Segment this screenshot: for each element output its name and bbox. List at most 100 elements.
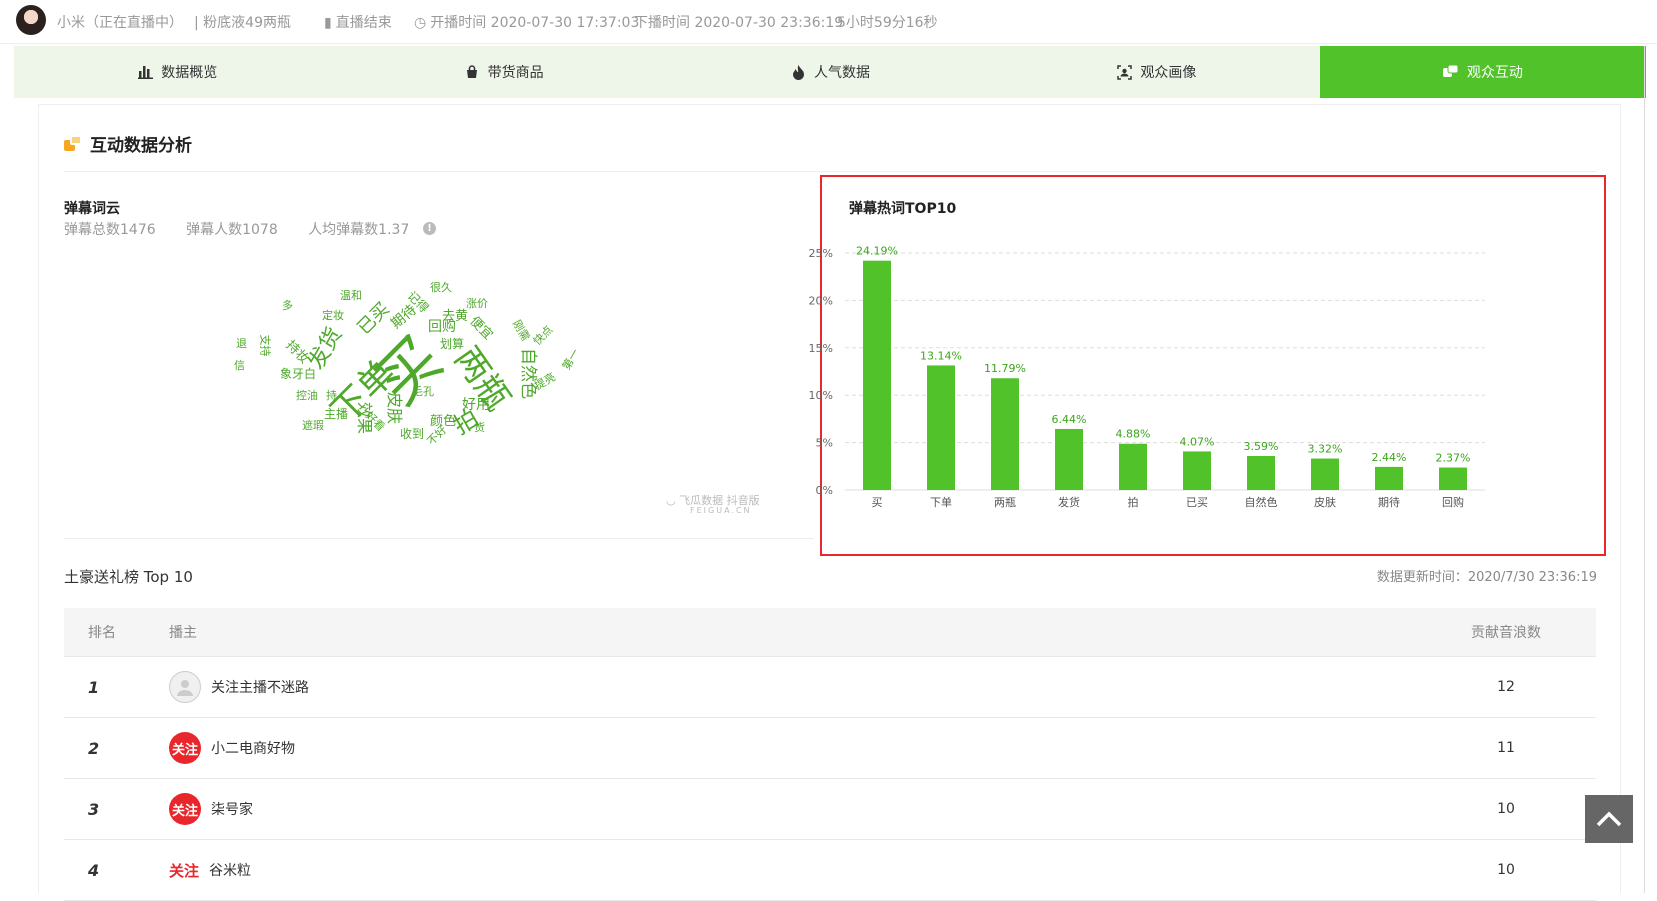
cloud-word: 遮瑕 (302, 419, 324, 432)
bar (927, 365, 955, 490)
tab-products[interactable]: 带货商品 (340, 46, 666, 98)
update-time: 数据更新时间：2020/7/30 23:36:19 (1376, 570, 1597, 585)
data-label: 13.14% (920, 349, 962, 362)
bar (863, 260, 891, 490)
streamer-name[interactable]: 小米（正在直播中） (57, 12, 183, 32)
data-label: 4.88% (1116, 428, 1151, 441)
cloud-word: 很久 (430, 281, 452, 294)
cloud-word: 控油 (296, 389, 318, 402)
section-divider (64, 171, 1596, 172)
row-value: 10 (1497, 801, 1515, 817)
x-tick-label: 买 (872, 496, 883, 509)
cloud-word: 收到 (400, 427, 425, 441)
cloud-word: 去黄 (442, 309, 469, 324)
y-tick-label: 5% (816, 437, 833, 450)
table-row: 1 关注主播不迷路 12 (64, 657, 1596, 718)
wordcloud-divider (64, 538, 814, 539)
back-to-top-button[interactable] (1585, 795, 1633, 843)
cloud-word: 刚需 (509, 317, 533, 344)
cloud-word: 不好 (424, 423, 450, 448)
follow-badge[interactable]: 关注 (169, 860, 199, 881)
bar (1311, 458, 1339, 490)
x-tick-label: 拍 (1128, 495, 1139, 509)
row-value: 11 (1497, 740, 1515, 756)
user-name[interactable]: 谷米粒 (209, 860, 251, 880)
end-time: 下播时间 2020-07-30 23:36:19 (634, 15, 844, 31)
user-name[interactable]: 关注主播不迷路 (211, 677, 309, 697)
user-name[interactable]: 小二电商好物 (211, 738, 295, 758)
data-label: 3.32% (1308, 443, 1343, 456)
cloud-word: 多 (282, 299, 293, 312)
user-avatar[interactable] (169, 671, 201, 703)
x-tick-label: 回购 (1442, 495, 1464, 509)
cloud-word: 第一 (559, 346, 583, 373)
tab-bar: 数据概览 带货商品 人气数据 观众画像 观众互动 (14, 46, 1647, 98)
info-icon[interactable]: ! (423, 222, 436, 235)
tab-data-overview[interactable]: 数据概览 (14, 46, 340, 98)
x-tick-label: 下单 (930, 496, 952, 509)
row-value: 12 (1497, 679, 1515, 695)
cloud-word: 皮肤 (385, 391, 405, 425)
col-anchor: 播主 (169, 625, 197, 641)
cloud-word: 支持 (258, 334, 272, 357)
table-row: 2 关注 小二电商好物 11 (64, 718, 1596, 779)
y-tick-label: 20% (809, 294, 833, 307)
user-name[interactable]: 柒号家 (211, 799, 253, 819)
wordcloud-title: 弹幕词云 (64, 201, 120, 217)
bar (1183, 451, 1211, 490)
x-tick-label: 自然色 (1245, 495, 1278, 509)
interaction-icon (1443, 64, 1459, 80)
bar-chart: 0% 5% 10% 15% 20% 25% 24.19% 买 13.14% 下单 11.79% 两瓶 6… (809, 245, 1485, 509)
x-tick-label: 已买 (1186, 496, 1208, 509)
y-tick-label: 15% (809, 342, 833, 355)
wordcloud-stats: 弹幕总数1476 弹幕人数1078 人均弹幕数1.37 (64, 219, 435, 239)
start-time: ◷ 开播时间 2020-07-30 17:37:03 (414, 15, 640, 31)
streamer-avatar[interactable] (16, 5, 46, 35)
scroll-edge (1644, 46, 1645, 893)
row-rank: 1 (88, 677, 100, 697)
cloud-word: 象牙白 (280, 367, 317, 381)
portrait-scan-icon (1116, 64, 1132, 80)
x-tick-label: 皮肤 (1314, 495, 1336, 509)
data-label: 6.44% (1052, 413, 1087, 426)
shopping-bag-icon (464, 64, 480, 80)
row-value: 10 (1497, 862, 1515, 878)
cloud-word: 温和 (340, 289, 362, 302)
default-user-icon (177, 680, 193, 696)
cloud-word: 便宜 (466, 313, 496, 344)
live-duration: 5小时59分16秒 (837, 15, 938, 31)
data-label: 2.44% (1372, 451, 1407, 464)
y-tick-label: 0% (816, 484, 833, 497)
bar-chart-icon (137, 64, 153, 80)
cloud-word: 退 (236, 337, 247, 350)
cloud-word: 自然色 (518, 348, 538, 399)
x-tick-label: 发货 (1058, 495, 1080, 509)
live-header: 小米（正在直播中） | 粉底液49两瓶 ▮ 直播结束 ◷ 开播时间 2020-07-… (0, 0, 1657, 44)
tab-audience-interaction[interactable]: 观众互动 (1319, 46, 1647, 98)
chevron-up-icon (1596, 811, 1622, 827)
clock-icon: ◷ (414, 15, 427, 31)
user-avatar[interactable]: 关注 (169, 732, 201, 764)
comment-users: 弹幕人数1078 (186, 222, 278, 238)
table-row: 4 关注 谷米粒 10 (64, 840, 1596, 901)
word-cloud: 买 下单 两瓶 发货 拍 已买 自然色 皮肤 期待 回购 很久 温和 支持 退 … (230, 280, 630, 480)
y-tick-label: 25% (809, 247, 833, 260)
data-label: 3.59% (1244, 440, 1279, 453)
cloud-word: 货 (474, 421, 485, 434)
user-avatar[interactable]: 关注 (169, 793, 201, 825)
tab-audience-portrait[interactable]: 观众画像 (993, 46, 1319, 98)
avg-comments: 人均弹幕数1.37 (308, 222, 410, 238)
bar (1247, 455, 1275, 490)
live-title: | 粉底液49两瓶 (194, 15, 291, 31)
data-label: 4.07% (1180, 435, 1215, 448)
bar (1375, 466, 1403, 490)
bar (1119, 443, 1147, 490)
data-label: 11.79% (984, 362, 1026, 375)
data-label: 24.19% (856, 245, 898, 258)
bar (1439, 467, 1467, 490)
live-status: ▮ 直播结束 (324, 15, 392, 31)
cloud-word: 涨价 (466, 297, 488, 310)
cloud-word: 快点 (530, 323, 556, 348)
col-rank: 排名 (88, 625, 116, 641)
tab-popularity[interactable]: 人气数据 (667, 46, 993, 98)
